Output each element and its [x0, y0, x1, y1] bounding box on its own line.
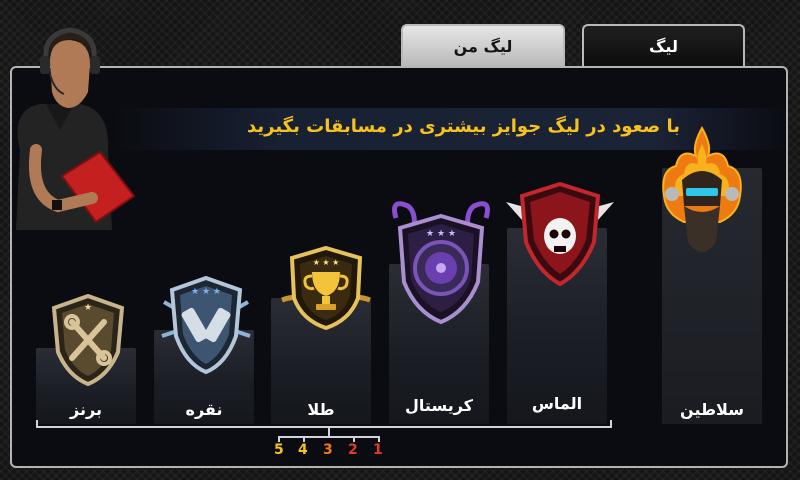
rank-number-1: 1 [373, 442, 383, 458]
wheel-badge-icon: ★ ★ ★ [392, 201, 490, 325]
rank-number-4: 4 [298, 442, 308, 458]
tab-league[interactable]: لیگ [582, 24, 745, 66]
league-name-gold: طلا [307, 400, 335, 419]
skull-badge-icon [506, 181, 614, 287]
rank-number-5: 5 [274, 442, 284, 458]
spark-plugs-badge-icon: ★ ★ ★ [161, 275, 251, 375]
league-name-diamond: الماس [531, 394, 583, 413]
tab-league-label: لیگ [649, 36, 678, 56]
wrench-badge-icon: ★ [51, 293, 125, 387]
tab-my-league[interactable]: لیگ من [401, 24, 565, 66]
rank-number-3: 3 [323, 442, 333, 458]
league-name-silver: نقره [185, 400, 223, 419]
bracket-left-tick [36, 420, 38, 428]
svg-text:★ ★ ★: ★ ★ ★ [313, 258, 340, 267]
bracket-right-tick [610, 420, 612, 428]
coach-character [16, 27, 136, 230]
league-name-sultans: سلاطین [680, 400, 744, 419]
rank-scale-line [278, 436, 380, 438]
flaming-biker-badge-icon [662, 125, 742, 252]
banner-text: با صعود در لیگ جوایز بیشتری در مسابقات ب… [246, 116, 680, 137]
league-name-crystal: کریستال [405, 396, 473, 415]
rank-number-2: 2 [348, 442, 358, 458]
svg-text:★: ★ [84, 303, 92, 313]
league-range-bracket [36, 426, 612, 428]
svg-text:★ ★ ★: ★ ★ ★ [426, 229, 456, 239]
svg-text:★ ★ ★: ★ ★ ★ [191, 287, 221, 297]
trophy-badge-icon: ★ ★ ★ [281, 245, 371, 331]
league-name-bronze: برنز [70, 400, 102, 419]
tab-my-league-label: لیگ من [453, 36, 513, 56]
